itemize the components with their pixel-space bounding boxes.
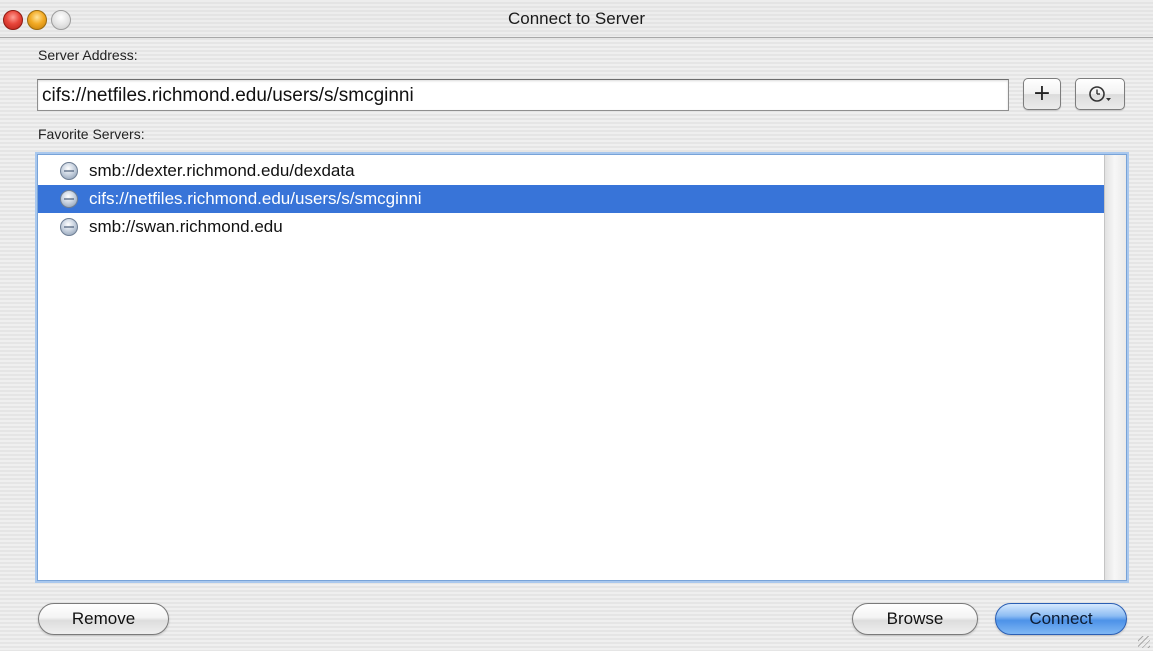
favorite-server-label: smb://swan.richmond.edu [89, 217, 283, 236]
dropdown-arrow-icon [1106, 98, 1111, 101]
server-icon [60, 190, 78, 208]
favorite-servers-label: Favorite Servers: [38, 126, 145, 142]
connect-button[interactable]: Connect [995, 603, 1127, 635]
connect-to-server-window: Connect to Server Server Address: cifs:/… [0, 0, 1153, 651]
plus-icon: + [1032, 81, 1052, 106]
favorite-server-label: smb://dexter.richmond.edu/dexdata [89, 161, 355, 180]
favorite-servers-list[interactable]: smb://dexter.richmond.edu/dexdata cifs:/… [37, 154, 1127, 581]
resize-handle[interactable] [1138, 636, 1150, 648]
server-icon [60, 162, 78, 180]
clock-icon [1089, 86, 1111, 102]
browse-button[interactable]: Browse [852, 603, 978, 635]
vertical-scrollbar[interactable] [1104, 155, 1126, 580]
favorite-server-item-selected[interactable]: cifs://netfiles.richmond.edu/users/s/smc… [38, 185, 1104, 213]
remove-button[interactable]: Remove [38, 603, 169, 635]
recent-servers-button[interactable] [1075, 78, 1125, 110]
server-address-input[interactable]: cifs://netfiles.richmond.edu/users/s/smc… [37, 79, 1009, 111]
favorite-server-item[interactable]: smb://swan.richmond.edu [38, 213, 1104, 241]
title-bar[interactable]: Connect to Server [0, 0, 1153, 38]
add-to-favorites-button[interactable]: + [1023, 78, 1061, 110]
favorite-server-label: cifs://netfiles.richmond.edu/users/s/smc… [89, 189, 422, 208]
window-title: Connect to Server [507, 9, 645, 28]
favorite-server-item[interactable]: smb://dexter.richmond.edu/dexdata [38, 157, 1104, 185]
server-icon [60, 218, 78, 236]
server-address-label: Server Address: [38, 47, 138, 63]
